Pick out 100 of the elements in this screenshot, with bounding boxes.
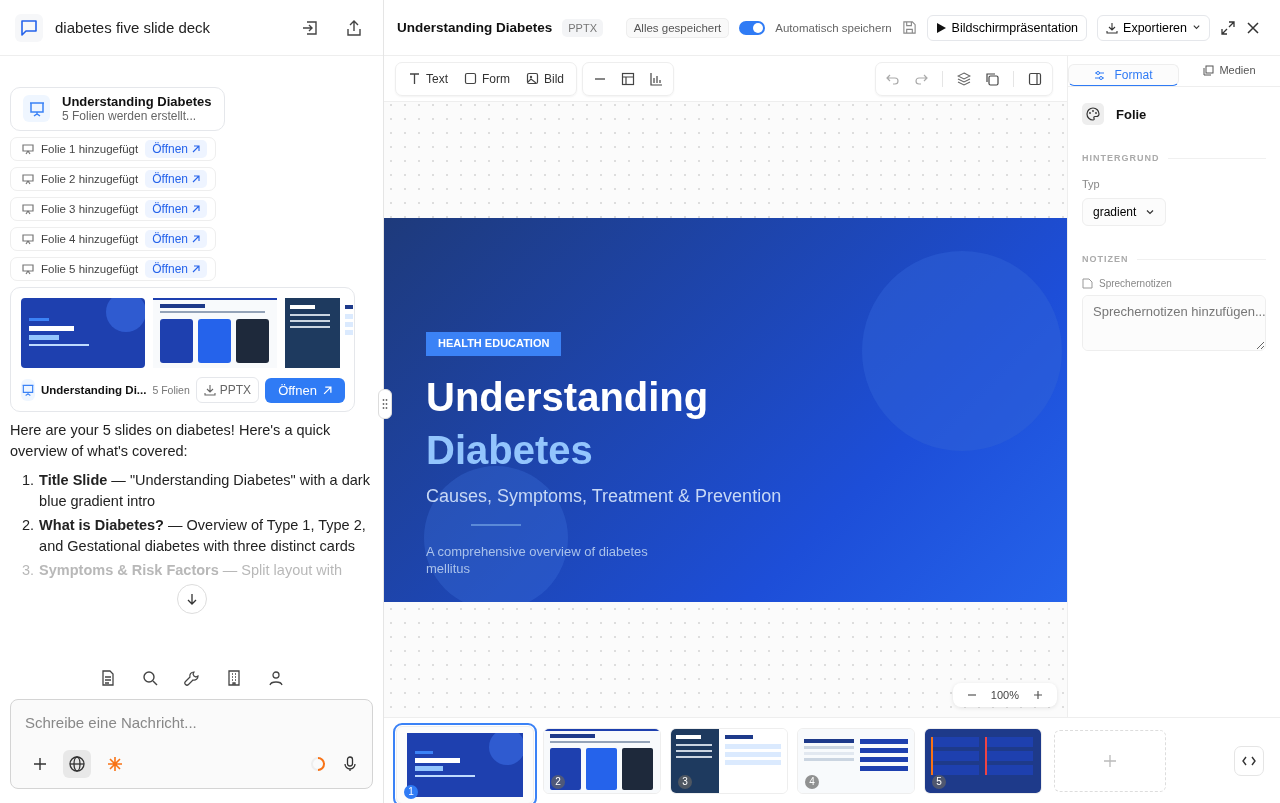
slide-description: A comprehensive overview of diabetes mellitus [426, 543, 649, 577]
slide-thumbnail[interactable]: 1 [396, 725, 534, 803]
insert-tool-button[interactable]: Bild [520, 69, 571, 88]
square-icon [464, 72, 477, 85]
deck-status: 5 Folien werden erstellt... [62, 109, 198, 123]
message-input[interactable]: Schreibe eine Nachricht... [25, 714, 358, 731]
document-icon[interactable] [99, 670, 116, 686]
person-icon[interactable] [267, 670, 284, 686]
slide-thumbnail[interactable]: 2 [543, 727, 661, 794]
list-item: 3. Symptoms & Risk Factors — Split layout with [21, 561, 343, 580]
field-label: Typ [1082, 178, 1100, 190]
slide-icon [22, 203, 34, 215]
presentation-icon [23, 95, 50, 122]
save-status: Alles gespeichert [625, 17, 730, 38]
save-icon[interactable] [901, 20, 917, 35]
microphone-icon[interactable] [342, 756, 358, 772]
slide-icon [22, 233, 34, 245]
external-link-icon [192, 265, 200, 273]
event-label: Folie 1 hinzugefügt [41, 143, 139, 155]
building-icon[interactable] [225, 670, 242, 686]
format-badge: PPTX [562, 18, 603, 37]
share-icon[interactable] [345, 18, 363, 37]
download-icon [203, 384, 216, 396]
slide-thumbnail[interactable]: 5 [924, 727, 1042, 794]
download-icon [1106, 21, 1119, 34]
layers-icon[interactable] [957, 71, 971, 86]
slide-count: 5 Folien [152, 384, 190, 396]
code-icon [1242, 754, 1256, 767]
wrench-icon[interactable] [183, 670, 200, 686]
autosave-label: Automatisch speichern [775, 21, 892, 34]
slideshow-button[interactable]: Bildschirmpräsentation [926, 14, 1088, 41]
event-label: Folie 5 hinzugefügt [41, 263, 139, 275]
chevron-down-icon [1145, 207, 1156, 217]
insert-tool-button[interactable]: Text [402, 69, 454, 88]
plus-icon[interactable] [33, 757, 47, 771]
slide-thumbnail[interactable]: 3 [670, 727, 788, 794]
external-link-icon [192, 175, 200, 183]
slide-icon [22, 143, 34, 155]
section-heading: HINTERGRUND [1082, 153, 1160, 163]
autosave-toggle[interactable] [739, 20, 766, 35]
web-search-toggle[interactable] [63, 750, 91, 778]
search-icon[interactable] [141, 670, 158, 686]
event-label: Folie 2 hinzugefügt [41, 173, 139, 185]
resize-handle[interactable] [378, 389, 392, 419]
list-item: 2. What is Diabetes? — Overview of Type 1, Type 2, and Gestational diabetes with three distinct cards [21, 516, 367, 556]
sidebar-toggle-icon[interactable] [1028, 71, 1042, 86]
deck-title: Understanding Diabetes [62, 94, 212, 109]
download-pptx-button[interactable]: PPTX [195, 377, 260, 403]
message-text: Here are your 5 slides on diabetes! Here's a quick overview of what's covered: [10, 421, 332, 461]
panel-tab[interactable]: Format [1068, 64, 1179, 86]
panel-heading: Folie [1116, 106, 1147, 122]
external-link-icon [192, 205, 200, 213]
close-icon[interactable] [1246, 20, 1260, 35]
speaker-notes-field[interactable]: Sprechernotizen hinzufügen... [1082, 295, 1266, 351]
background-type-select[interactable]: gradient [1082, 198, 1167, 226]
slide-preview-drawing[interactable] [153, 298, 277, 368]
deck-name: Understanding Di... [41, 384, 147, 396]
sliders-icon [1094, 69, 1106, 81]
sparkle-icon[interactable] [107, 756, 123, 772]
event-label: Folie 4 hinzugefügt [41, 233, 139, 245]
external-link-icon [322, 385, 332, 395]
open-link[interactable]: Öffnen [145, 170, 207, 188]
play-icon [935, 21, 947, 34]
globe-icon [68, 755, 86, 773]
slide-icon [22, 263, 34, 275]
open-link[interactable]: Öffnen [145, 260, 207, 278]
slide-badge: HEALTH EDUCATION [426, 332, 562, 356]
open-link[interactable]: Öffnen [145, 230, 207, 248]
note-icon [1082, 278, 1093, 289]
media-icon [1203, 64, 1215, 76]
open-button[interactable]: Öffnen [265, 377, 345, 403]
slide-subtitle: Causes, Symptoms, Treatment & Prevention [426, 486, 782, 507]
external-link-icon [192, 145, 200, 153]
insert-tool-button[interactable]: Form [458, 69, 516, 88]
scroll-down-button[interactable] [176, 584, 207, 614]
panel-tab[interactable]: Medien [1179, 56, 1280, 86]
zoom-in-icon[interactable] [1033, 690, 1043, 700]
slide-icon [22, 173, 34, 185]
slide-preview-drawing[interactable] [21, 298, 145, 368]
notes-label: Sprechernotizen [1099, 278, 1172, 289]
duplicate-icon[interactable] [985, 71, 999, 86]
import-icon[interactable] [301, 18, 319, 37]
list-item: 1. Title Slide — "Understanding Diabetes" with a dark blue gradient intro [21, 471, 371, 511]
table-tool-icon[interactable] [621, 71, 636, 86]
fullscreen-icon[interactable] [1220, 19, 1236, 36]
open-link[interactable]: Öffnen [145, 140, 207, 158]
code-view-button[interactable] [1234, 745, 1264, 776]
plus-icon [1103, 753, 1117, 768]
zoom-level: 100% [990, 689, 1019, 701]
presentation-icon [21, 379, 35, 401]
chat-bubble-icon [15, 13, 43, 42]
open-link[interactable]: Öffnen [145, 200, 207, 218]
image-icon [526, 72, 539, 85]
presentation-title: Understanding Diabetes [397, 20, 553, 35]
chat-title: diabetes five slide deck [55, 19, 211, 36]
chart-tool-icon[interactable] [649, 71, 664, 86]
loading-spinner-icon [310, 756, 326, 772]
deck-card[interactable]: Understanding Diabetes 5 Folien werden erstellt... [10, 87, 225, 131]
grip-icon [382, 398, 388, 410]
export-button[interactable]: Exportieren [1097, 14, 1210, 41]
